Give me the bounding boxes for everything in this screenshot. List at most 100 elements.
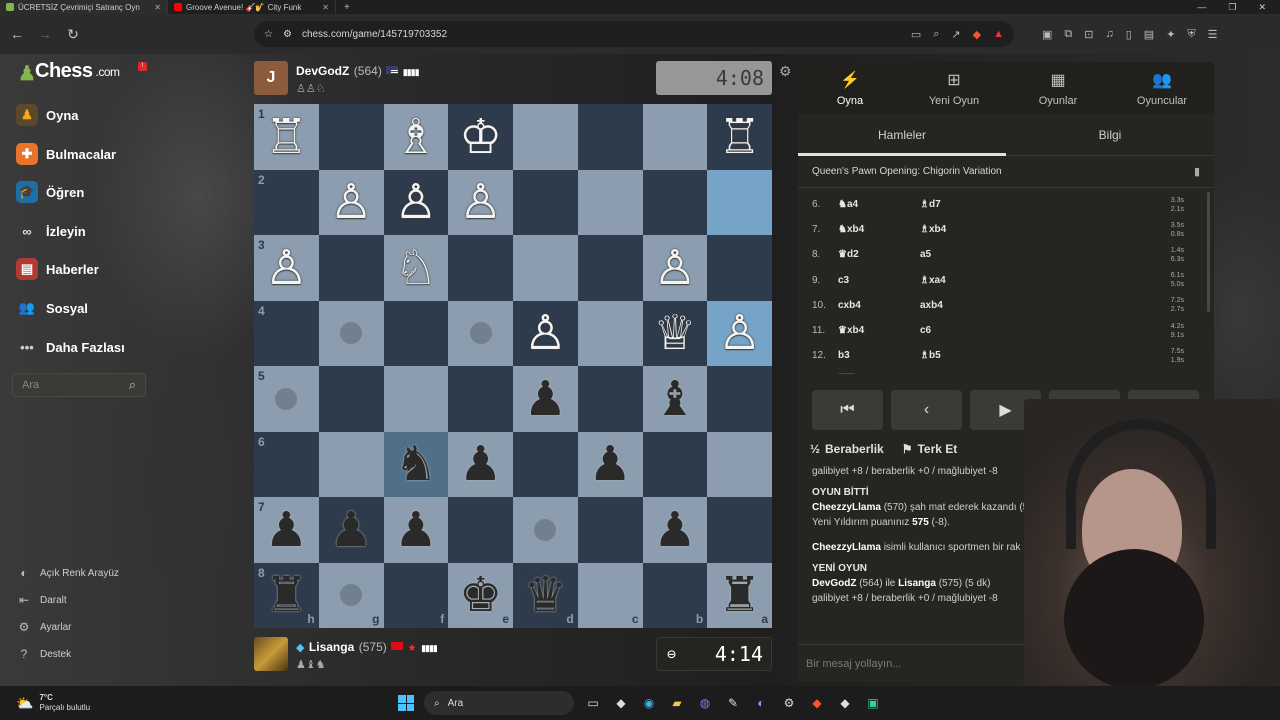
board-square[interactable] xyxy=(318,235,384,301)
black-pawn-piece[interactable]: ♟ xyxy=(524,375,567,423)
resign-button[interactable]: ⚑ Terk Et xyxy=(902,442,958,456)
discord-icon[interactable]: ◍ xyxy=(696,694,714,712)
sidebar-item-social[interactable]: 👥 Sosyal xyxy=(16,297,88,319)
board-square[interactable]: ♗ xyxy=(383,104,449,170)
new-tab-button[interactable]: + xyxy=(336,2,358,13)
collapse-button[interactable]: ⇤ Daralt xyxy=(16,593,67,607)
black-move[interactable]: axb4 xyxy=(920,300,1002,311)
board-square[interactable]: ♟ xyxy=(642,497,708,563)
light-mode-toggle[interactable]: ◐ Açık Renk Arayüz xyxy=(16,566,119,580)
black-move[interactable]: ♗d7 xyxy=(920,199,1002,210)
board-square[interactable]: 1 ♖ xyxy=(254,104,319,170)
forward-icon[interactable]: → xyxy=(38,26,52,42)
board-square[interactable] xyxy=(577,497,643,563)
extension-icon[interactable]: ⊡ xyxy=(1084,28,1093,41)
board-square[interactable]: ♙ xyxy=(448,169,513,235)
board-square[interactable] xyxy=(513,431,578,497)
site-info-icon[interactable]: ⚙ xyxy=(283,29,292,40)
board-square[interactable]: ♟ xyxy=(577,431,643,497)
close-tab-icon[interactable]: ✕ xyxy=(322,3,329,12)
sidebar-item-puzzles[interactable]: ✚ Bulmacalar xyxy=(16,143,116,165)
black-pawn-piece[interactable]: ♟ xyxy=(394,506,437,554)
sidebar-item-more[interactable]: ••• Daha Fazlası xyxy=(16,336,125,358)
minimize-icon[interactable]: — xyxy=(1197,2,1206,13)
board-square[interactable] xyxy=(318,366,384,432)
reload-icon[interactable]: ↻ xyxy=(66,26,80,43)
board-square[interactable]: 6 xyxy=(254,431,319,497)
move-list-scrollbar[interactable] xyxy=(1207,192,1210,312)
file-explorer-icon[interactable]: ▰ xyxy=(668,694,686,712)
black-bishop-piece[interactable]: ♝ xyxy=(653,375,696,423)
book-icon[interactable]: ▮ xyxy=(1194,165,1200,178)
board-square[interactable] xyxy=(707,169,772,235)
legal-move-dot[interactable] xyxy=(469,322,492,345)
player-two[interactable]: Lisanga xyxy=(898,578,936,589)
bookmark-icon[interactable]: ☆ xyxy=(264,29,273,40)
white-queen-piece[interactable]: ♕ xyxy=(653,309,696,357)
app-icon[interactable]: ◆ xyxy=(612,694,630,712)
black-rook-piece[interactable]: ♜ xyxy=(718,571,761,619)
chess-board[interactable]: 1 ♖ ♗ ♔ ♖ 2 ♙ ♙ ♙ 3 ♙ ♘ ♙ 4 ♙ ♕ ♙ 5 ♟ ♝ 6 ♞ ♟ ♟ 7 ♟ ♟ ♟ ♟ 8 h ♜ g f e ♚ d ♛ c b… xyxy=(254,104,772,628)
black-knight-piece[interactable]: ♞ xyxy=(394,440,437,488)
board-square[interactable] xyxy=(577,104,643,170)
share-icon[interactable]: ↗ xyxy=(951,28,960,41)
board-square[interactable] xyxy=(642,169,708,235)
white-pawn-piece[interactable]: ♙ xyxy=(459,178,502,226)
black-pawn-piece[interactable]: ♟ xyxy=(653,506,696,554)
board-square[interactable]: e ♚ xyxy=(448,562,513,628)
extension-icon[interactable]: ▣ xyxy=(1042,28,1052,41)
close-tab-icon[interactable]: ✕ xyxy=(154,3,161,12)
board-square[interactable] xyxy=(318,431,384,497)
white-move[interactable]: b3 xyxy=(838,350,920,361)
board-square[interactable] xyxy=(318,104,384,170)
board-square[interactable]: a ♜ xyxy=(707,562,772,628)
board-square[interactable]: c xyxy=(577,562,643,628)
board-square[interactable] xyxy=(448,235,513,301)
board-settings-icon[interactable]: ⚙ xyxy=(779,63,792,80)
legal-move-dot[interactable] xyxy=(340,322,363,345)
vpn-icon[interactable]: ⛨ xyxy=(1187,28,1195,41)
white-pawn-piece[interactable]: ♙ xyxy=(265,244,308,292)
white-move[interactable]: cxb4 xyxy=(838,300,920,311)
sidebar-icon[interactable]: ▯ xyxy=(1126,28,1132,41)
app-icon[interactable]: ◐ xyxy=(752,694,770,712)
board-square[interactable]: ♘ xyxy=(383,235,449,301)
black-rook-piece[interactable]: ♜ xyxy=(265,571,308,619)
board-square[interactable]: ♔ xyxy=(448,104,513,170)
black-move[interactable]: ♗xa4 xyxy=(920,275,1002,286)
black-move[interactable]: c6 xyxy=(920,325,1002,336)
board-square[interactable]: ♙ xyxy=(318,169,384,235)
legal-move-dot[interactable] xyxy=(275,387,298,410)
close-window-icon[interactable]: ✕ xyxy=(1258,2,1266,13)
back-icon[interactable]: ← xyxy=(10,26,24,42)
sportsman-name[interactable]: CheezzyLlama xyxy=(812,542,881,553)
board-square[interactable] xyxy=(642,431,708,497)
board-square[interactable]: 7 ♟ xyxy=(254,497,319,563)
search-icon[interactable]: ⌕ xyxy=(129,377,136,393)
steam-icon[interactable]: ⚙ xyxy=(780,694,798,712)
avatar[interactable] xyxy=(254,637,288,671)
address-bar[interactable]: ☆ ⚙ chess.com/game/145719703352 ▭ ⌕ ↗ ◆ … xyxy=(254,21,1014,47)
board-square[interactable] xyxy=(383,366,449,432)
subtab-info[interactable]: Bilgi xyxy=(1006,114,1214,155)
board-square[interactable]: 8 h ♜ xyxy=(254,562,319,628)
black-pawn-piece[interactable]: ♟ xyxy=(589,440,632,488)
white-bishop-piece[interactable]: ♗ xyxy=(394,113,437,161)
board-square[interactable]: ♝ xyxy=(642,366,708,432)
board-square[interactable]: 3 ♙ xyxy=(254,235,319,301)
white-knight-piece[interactable]: ♘ xyxy=(394,244,437,292)
board-square[interactable]: 5 xyxy=(254,366,319,432)
player-name[interactable]: DevGodZ xyxy=(296,64,349,78)
white-pawn-piece[interactable]: ♙ xyxy=(330,178,373,226)
tab-players[interactable]: 👥 Oyuncular xyxy=(1110,62,1214,114)
board-square[interactable] xyxy=(577,366,643,432)
board-square[interactable]: 2 xyxy=(254,169,319,235)
cast-icon[interactable]: ▭ xyxy=(911,28,921,41)
board-square[interactable]: 4 xyxy=(254,300,319,366)
sidebar-item-watch[interactable]: ∞ İzleyin xyxy=(16,220,85,242)
edge-icon[interactable]: ◉ xyxy=(640,694,658,712)
task-view-icon[interactable]: ▭ xyxy=(584,694,602,712)
white-move[interactable]: ♞xb4 xyxy=(838,224,920,235)
board-square[interactable]: ♟ xyxy=(318,497,384,563)
board-square[interactable] xyxy=(448,497,513,563)
